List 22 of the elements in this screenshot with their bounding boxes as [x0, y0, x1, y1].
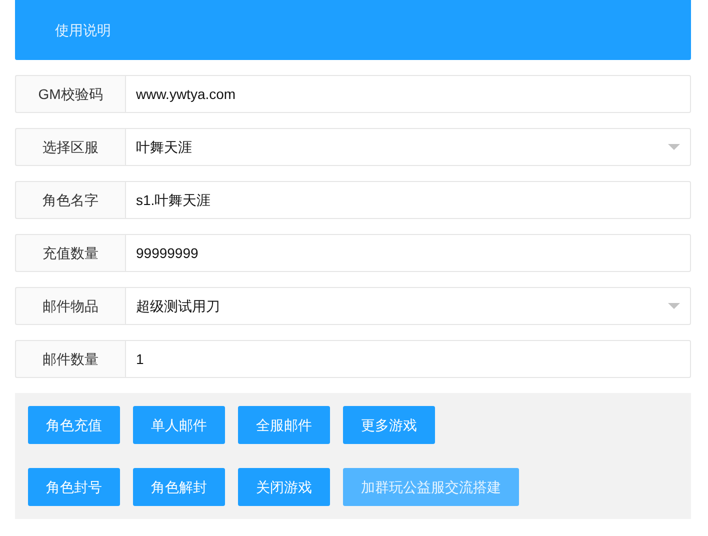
field-label: 角色名字	[15, 181, 125, 219]
header-title: 使用说明	[55, 20, 111, 40]
select-field[interactable]: 叶舞天涯	[125, 128, 691, 166]
dropdown-caret-icon	[668, 303, 680, 309]
field-label: 邮件物品	[15, 287, 125, 325]
action-button[interactable]: 更多游戏	[343, 406, 435, 444]
action-button[interactable]: 角色封号	[28, 468, 120, 506]
action-button[interactable]: 角色解封	[133, 468, 225, 506]
select-field[interactable]: 超级测试用刀	[125, 287, 691, 325]
input-field[interactable]: 99999999	[125, 234, 691, 272]
action-button[interactable]: 单人邮件	[133, 406, 225, 444]
field-label: GM校验码	[15, 75, 125, 113]
field-label: 选择区服	[15, 128, 125, 166]
input-field[interactable]: www.ywtya.com	[125, 75, 691, 113]
field-label: 充值数量	[15, 234, 125, 272]
field-label: 邮件数量	[15, 340, 125, 378]
input-field[interactable]: s1.叶舞天涯	[125, 181, 691, 219]
input-field[interactable]: 1	[125, 340, 691, 378]
action-button[interactable]: 角色充值	[28, 406, 120, 444]
dropdown-caret-icon	[668, 144, 680, 150]
action-button[interactable]: 全服邮件	[238, 406, 330, 444]
action-button[interactable]: 关闭游戏	[238, 468, 330, 506]
